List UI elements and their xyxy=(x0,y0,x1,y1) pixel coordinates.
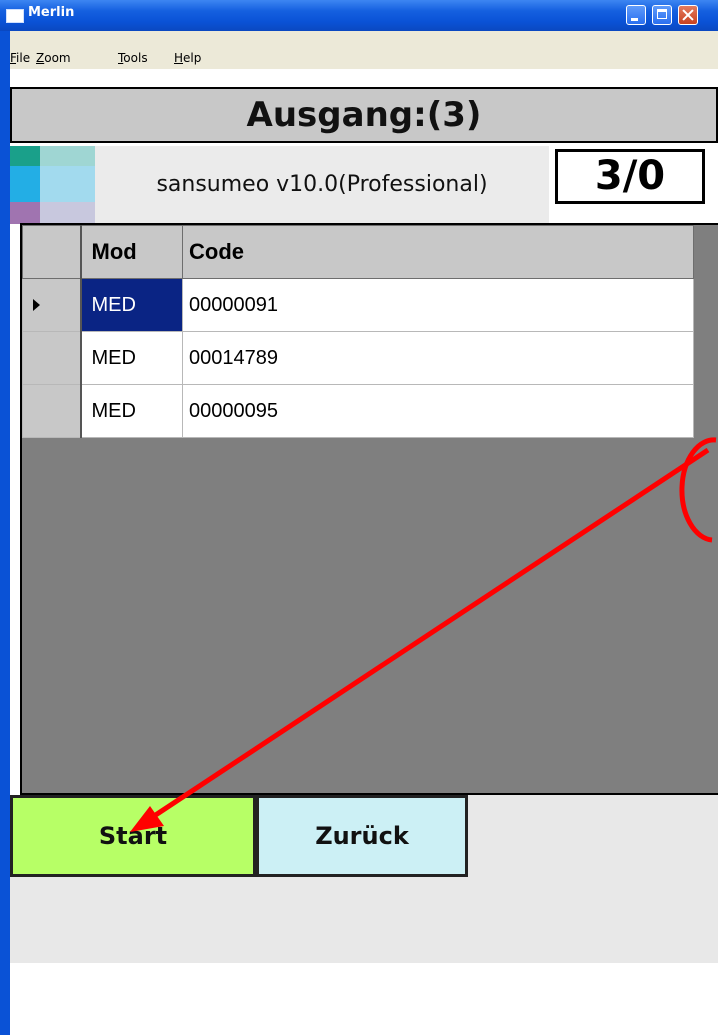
grid-table: Mod Code MED 00000091 MED 00014789 MED 0… xyxy=(22,225,694,438)
menu-help[interactable]: Help xyxy=(174,51,201,65)
cell-code[interactable]: 00000091 xyxy=(182,278,694,332)
menu-zoom-mnemonic: Z xyxy=(36,51,45,65)
row-selector[interactable] xyxy=(22,384,82,438)
table-row[interactable]: MED 00000095 xyxy=(22,384,694,438)
cell-mod[interactable]: MED xyxy=(80,331,183,385)
row-header-corner xyxy=(22,225,82,279)
column-header-mod[interactable]: Mod xyxy=(80,225,183,279)
cell-code[interactable]: 00000095 xyxy=(182,384,694,438)
client-area: Ausgang:(3) sansumeo v10.0(Professional)… xyxy=(10,69,718,1035)
cell-mod[interactable]: MED xyxy=(80,384,183,438)
header-panel: Ausgang:(3) xyxy=(10,87,718,143)
menu-tools-label: ools xyxy=(123,51,148,65)
cell-code[interactable]: 00014789 xyxy=(182,331,694,385)
column-header-code[interactable]: Code xyxy=(182,225,694,279)
maximize-icon[interactable] xyxy=(652,5,672,25)
menu-bar: File Zoom Tools Help xyxy=(10,31,718,69)
page-title: Ausgang:(3) xyxy=(246,95,482,135)
grid-header-row: Mod Code xyxy=(22,225,694,279)
menu-file[interactable]: File xyxy=(10,51,30,65)
close-icon[interactable] xyxy=(678,5,698,25)
start-button[interactable]: Start xyxy=(10,795,256,877)
menu-tools[interactable]: Tools xyxy=(118,51,148,65)
item-counter: 3/0 xyxy=(555,149,705,204)
app-logo xyxy=(10,146,95,224)
table-row[interactable]: MED 00000091 xyxy=(22,278,694,332)
menu-zoom[interactable]: Zoom xyxy=(36,51,71,65)
menu-file-label: ile xyxy=(16,51,31,65)
minimize-icon[interactable] xyxy=(626,5,646,25)
cell-mod[interactable]: MED xyxy=(80,278,183,332)
app-window-icon xyxy=(6,9,24,23)
back-button[interactable]: Zurück xyxy=(256,795,468,877)
title-bar: Merlin xyxy=(0,0,718,31)
window-border xyxy=(0,31,10,1035)
current-row-icon xyxy=(33,298,40,311)
menu-zoom-label: oom xyxy=(44,51,71,65)
data-grid[interactable]: Mod Code MED 00000091 MED 00014789 MED 0… xyxy=(20,223,718,795)
row-selector[interactable] xyxy=(22,278,82,332)
app-version-label: sansumeo v10.0(Professional) xyxy=(95,146,549,224)
row-selector[interactable] xyxy=(22,331,82,385)
table-row[interactable]: MED 00014789 xyxy=(22,331,694,385)
menu-help-mnemonic: H xyxy=(174,51,184,65)
window-title: Merlin xyxy=(28,5,75,20)
menu-help-label: elp xyxy=(183,51,202,65)
